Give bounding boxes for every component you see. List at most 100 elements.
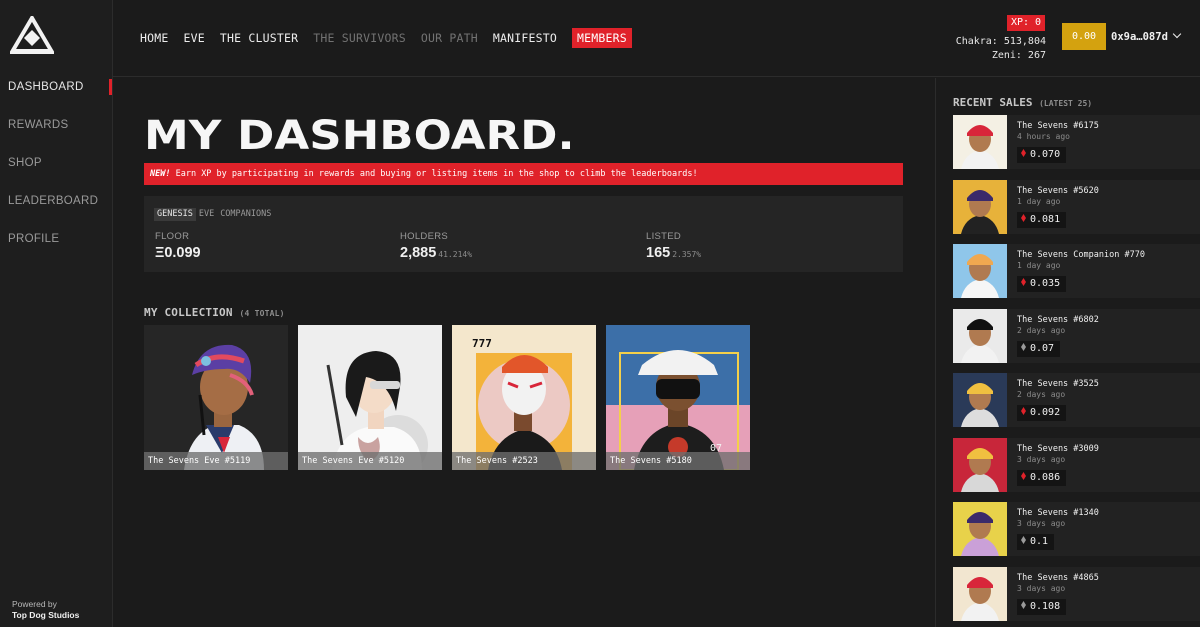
stat-listed-label: LISTED [646,231,682,242]
nav-the-cluster[interactable]: THE CLUSTER [220,28,298,48]
eth-icon [1021,149,1026,157]
recent-sales-list: The Sevens #6175 4 hours ago 0.070 The Seve… [953,115,1200,627]
recent-sales-title: RECENT SALES [953,96,1033,109]
nav-manifesto[interactable]: MANIFESTO [493,28,557,48]
recent-sale-item[interactable]: The Sevens #3009 3 days ago 0.086 [953,437,1200,503]
sale-details: The Sevens #1340 3 days ago 0.1 [1007,502,1200,556]
recent-sale-item[interactable]: The Sevens #4865 3 days ago 0.108 [953,566,1200,627]
holders-percent: 41.214% [438,250,473,259]
sale-details: The Sevens #6175 4 hours ago 0.070 [1007,115,1200,169]
sale-price-value: 0.092 [1030,407,1061,418]
sidebar-item-rewards[interactable]: REWARDS [0,117,113,155]
nft-card-name: The Sevens #5180 [606,452,750,470]
nft-image [144,325,288,470]
banner-new-tag: NEW! [150,169,171,179]
wallet-balance-button[interactable]: 0.00 [1062,23,1106,50]
sidebar-item-shop[interactable]: SHOP [0,155,113,193]
sevens-logo[interactable] [10,16,54,54]
recent-sale-item[interactable]: The Sevens #6175 4 hours ago 0.070 [953,115,1200,180]
sale-time: 2 days ago [1017,325,1066,335]
my-collection-heading: MY COLLECTION (4 TOTAL) [144,306,285,319]
nft-card[interactable]: 777 The Sevens #2523 [452,325,596,470]
sale-price: 0.1 [1017,534,1055,550]
sale-details: The Sevens Companion #770 1 day ago 0.035 [1007,244,1200,298]
svg-text:777: 777 [472,337,492,350]
nft-card[interactable]: The Sevens Eve #5120 [298,325,442,470]
sale-price: 0.092 [1017,405,1067,421]
powered-by-company[interactable]: Top Dog Studios [12,610,79,620]
recent-sale-item[interactable]: The Sevens #3525 2 days ago 0.092 [953,373,1200,438]
tab-genesis[interactable]: GENESIS [154,208,196,221]
stats-tabs: GENESIS EVE COMPANIONS [154,208,274,221]
sale-details: The Sevens #4865 3 days ago 0.108 [1007,566,1200,621]
dashboard-main: MY DASHBOARD. NEW! Earn XP by participat… [113,78,935,627]
sale-thumbnail [953,566,1007,621]
sale-item-name: The Sevens #5620 [1017,185,1099,196]
wallet-address-dropdown[interactable]: 0x9a…087d [1111,29,1182,43]
sale-price-value: 0.035 [1030,278,1061,289]
point-balances: Chakra: 513,804 Zeni: 267 [956,35,1046,63]
sale-price-value: 0.108 [1030,600,1061,612]
stat-holders: HOLDERS 2,885 41.214% [400,231,472,261]
collection-stats-panel: GENESIS EVE COMPANIONS FLOOR Ξ0.099 HOLD… [144,196,903,272]
nft-image: 777 [452,325,596,470]
nav-home[interactable]: HOME [140,28,169,48]
nav-members[interactable]: MEMBERS [571,28,632,48]
sale-details: The Sevens #3009 3 days ago 0.086 [1007,437,1200,492]
chevron-down-icon [1172,29,1182,39]
sale-item-name: The Sevens #6175 [1017,121,1099,131]
recent-sales-subtitle: (LATEST 25) [1039,99,1093,108]
stat-listed-value: 165 2.357% [646,245,701,261]
sale-item-name: The Sevens #4865 [1017,572,1099,583]
eth-icon [1021,342,1026,351]
sidebar-item-dashboard[interactable]: DASHBOARD [0,79,113,117]
sale-thumbnail [953,308,1007,363]
powered-by: Powered by Top Dog Studios [12,599,79,621]
nft-image [298,325,442,470]
sidebar-item-leaderboard[interactable]: LEADERBOARD [0,193,113,231]
stat-holders-label: HOLDERS [400,231,449,242]
sale-price: 0.086 [1017,469,1067,486]
eth-icon [1021,407,1026,415]
nft-image: 07 [606,325,750,470]
sale-item-name: The Sevens #6802 [1017,314,1099,325]
sale-time: 3 days ago [1017,454,1066,464]
my-collection-title: MY COLLECTION [144,306,233,319]
sidebar-item-profile[interactable]: PROFILE [0,231,113,269]
tab-companions[interactable]: COMPANIONS [217,208,274,221]
nav-eve[interactable]: EVE [184,28,205,48]
page-title: MY DASHBOARD. [144,111,575,159]
sale-thumbnail [953,502,1007,556]
sale-details: The Sevens #5620 1 day ago 0.081 [1007,179,1200,234]
recent-sale-item[interactable]: The Sevens #1340 3 days ago 0.1 [953,502,1200,567]
sale-price: 0.07 [1017,340,1061,357]
sale-details: The Sevens #3525 2 days ago 0.092 [1007,373,1200,427]
powered-by-label: Powered by [12,599,57,609]
sale-price-value: 0.086 [1030,471,1061,483]
nft-card[interactable]: 07 The Sevens #5180 [606,325,750,470]
recent-sale-item[interactable]: The Sevens Companion #770 1 day ago 0.035 [953,244,1200,309]
nft-card[interactable]: The Sevens Eve #5119 [144,325,288,470]
holders-count: 2,885 [400,245,437,261]
sale-time: 3 days ago [1017,583,1066,593]
tab-eve[interactable]: EVE [196,208,217,221]
nav-the-survivors[interactable]: THE SURVIVORS [313,28,406,48]
sale-thumbnail [953,179,1007,234]
sale-thumbnail [953,437,1007,492]
recent-sale-item[interactable]: The Sevens #5620 1 day ago 0.081 [953,179,1200,245]
sale-price: 0.108 [1017,598,1067,615]
top-nav: HOME EVE THE CLUSTER THE SURVIVORS OUR P… [140,28,647,48]
wallet-address: 0x9a…087d [1111,31,1168,43]
sale-item-name: The Sevens #3009 [1017,443,1099,454]
recent-sale-item[interactable]: The Sevens #6802 2 days ago 0.07 [953,308,1200,374]
banner-text: Earn XP by participating in rewards and … [170,169,698,179]
nav-our-path[interactable]: OUR PATH [421,28,478,48]
sale-item-name: The Sevens #1340 [1017,508,1099,518]
eth-icon [1021,278,1026,286]
stat-floor-label: FLOOR [155,231,190,242]
stat-floor-value: Ξ0.099 [155,245,201,261]
xp-announcement-banner: NEW! Earn XP by participating in rewards… [144,163,903,185]
sale-thumbnail [953,244,1007,298]
sale-details: The Sevens #6802 2 days ago 0.07 [1007,308,1200,363]
sale-price-value: 0.07 [1030,342,1055,354]
